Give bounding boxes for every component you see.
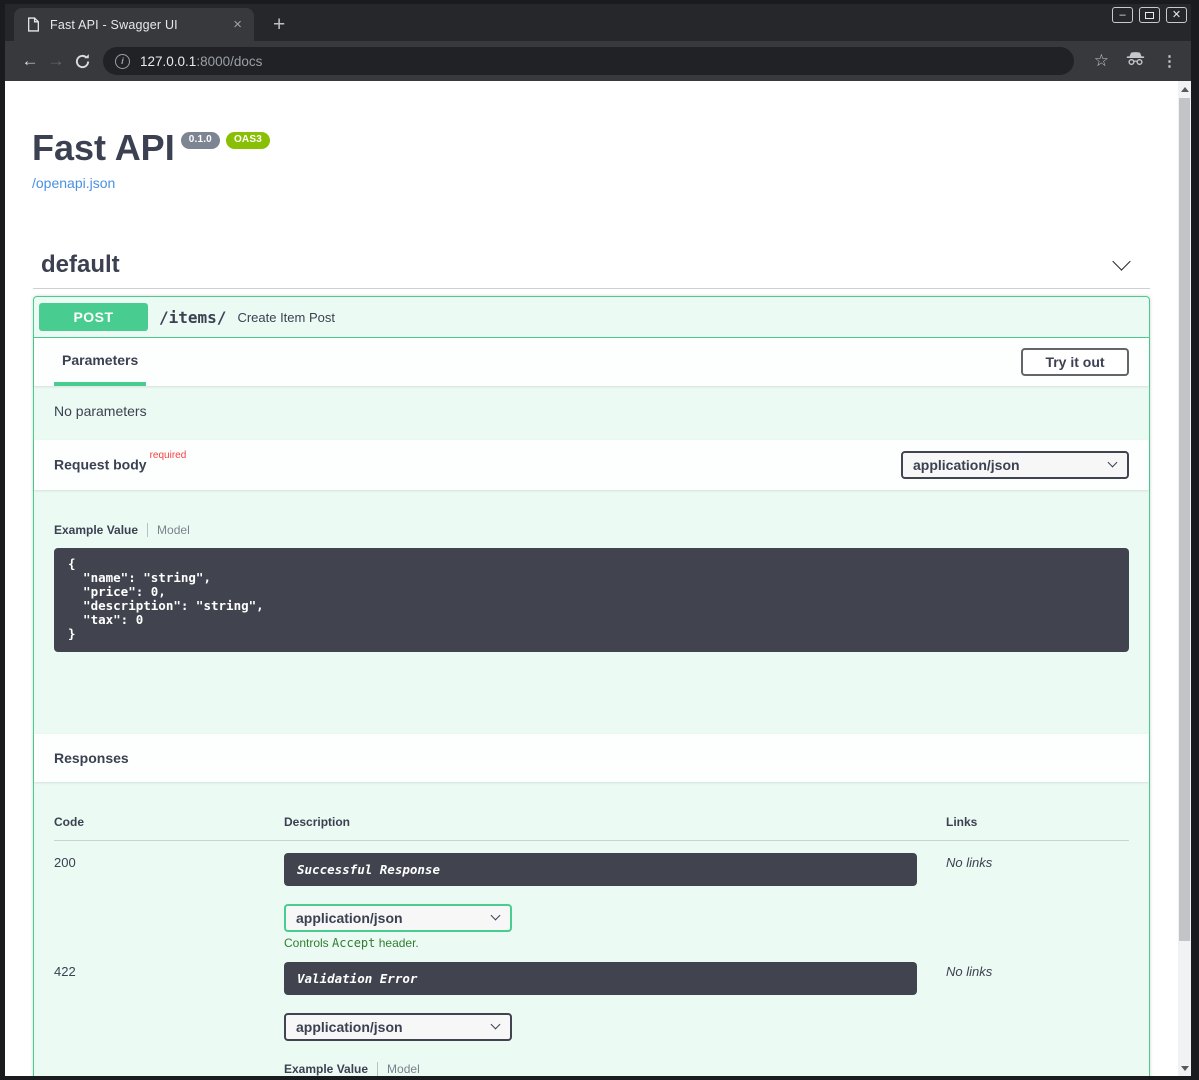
tab-parameters[interactable]: Parameters [54, 338, 146, 386]
response-422-media-type-select[interactable]: application/json [284, 1013, 512, 1041]
bookmark-star-icon[interactable]: ☆ [1094, 51, 1109, 71]
endpoint-path: /items/ [159, 308, 226, 327]
response-code: 422 [54, 962, 284, 979]
tab-model[interactable]: Model [387, 1062, 420, 1076]
scroll-up-icon[interactable] [1181, 87, 1189, 92]
post-method-badge: POST [39, 303, 148, 331]
openapi-spec-link[interactable]: /openapi.json [32, 175, 115, 191]
tag-section-default[interactable]: default [33, 242, 1150, 289]
response-200-media-type-select[interactable]: application/json [284, 904, 512, 932]
scrollbar-thumb[interactable] [1179, 98, 1190, 941]
window-controls: – ✕ [1112, 7, 1187, 23]
back-icon[interactable]: ← [17, 51, 43, 71]
col-code: Code [54, 815, 284, 829]
response-description-cell: Successful Response application/json Con… [284, 853, 946, 950]
model-example-tabs: Example Value Model [54, 523, 1129, 537]
scroll-down-icon[interactable] [1181, 1066, 1189, 1071]
opblock-post-items: POST /items/ Create Item Post Parameters… [33, 296, 1150, 1076]
request-media-type: application/json [901, 451, 1129, 479]
address-bar[interactable]: i 127.0.0.1:8000/docs [103, 47, 1074, 75]
endpoint-summary: Create Item Post [237, 310, 335, 325]
responses-table: Code Description Links 200 Successful Re… [34, 782, 1149, 1076]
tab-divider [147, 523, 148, 537]
request-media-type-select[interactable]: application/json [901, 451, 1129, 479]
response-row-422: 422 Validation Error application/json Ex… [54, 950, 1129, 1076]
version-badge: 0.1.0 [181, 132, 220, 149]
no-parameters-text: No parameters [34, 386, 1149, 440]
tab-close-icon[interactable]: × [230, 17, 245, 32]
col-links: Links [946, 815, 1129, 829]
browser-toolbar: ← → i 127.0.0.1:8000/docs ☆ ⋮ [5, 41, 1191, 81]
browser-tab[interactable]: Fast API - Swagger UI × [14, 8, 254, 41]
response-200-media-type: application/json [284, 904, 512, 932]
tab-strip: Fast API - Swagger UI × + – ✕ [5, 4, 1191, 41]
tab-model[interactable]: Model [157, 523, 190, 537]
reload-icon[interactable] [69, 53, 95, 70]
minimize-icon: – [1119, 10, 1125, 20]
try-it-out-button[interactable]: Try it out [1021, 348, 1129, 376]
response-row-200: 200 Successful Response application/json… [54, 841, 1129, 950]
chevron-down-icon[interactable] [1112, 252, 1130, 270]
forward-icon: → [43, 51, 69, 71]
browser-menu-icon[interactable]: ⋮ [1162, 52, 1177, 70]
url-text: 127.0.0.1:8000/docs [140, 54, 262, 69]
accept-header-note: Controls Accept header. [284, 936, 946, 950]
oas3-badge: OAS3 [226, 132, 270, 149]
tab-example-value[interactable]: Example Value [54, 523, 138, 537]
request-body-label: Request bodyrequired [54, 455, 186, 474]
response-422-media-type: application/json [284, 1013, 512, 1041]
response-code: 200 [54, 853, 284, 870]
col-description: Description [284, 815, 946, 829]
response-description: Validation Error [284, 962, 917, 995]
maximize-icon [1145, 12, 1154, 19]
tag-title: default [41, 251, 120, 279]
parameters-header: Parameters Try it out [34, 338, 1149, 386]
window-maximize-button[interactable] [1139, 7, 1160, 23]
response-links: No links [946, 962, 1129, 979]
browser-window: Fast API - Swagger UI × + – ✕ ← → i [0, 0, 1199, 1080]
request-body-header: Request bodyrequired application/json [34, 440, 1149, 490]
api-info: Fast API0.1.0OAS3 /openapi.json [5, 81, 1178, 193]
response-description: Successful Response [284, 853, 917, 886]
incognito-icon [1125, 51, 1146, 71]
response-links: No links [946, 853, 1129, 870]
tab-title: Fast API - Swagger UI [50, 18, 220, 32]
site-info-icon[interactable]: i [115, 54, 130, 69]
required-badge: required [150, 450, 187, 461]
page-scrollbar[interactable] [1178, 81, 1191, 1076]
window-close-button[interactable]: ✕ [1166, 7, 1187, 23]
new-tab-button[interactable]: + [267, 8, 291, 41]
request-body-content: Example Value Model { "name": "string", … [34, 490, 1149, 734]
responses-header: Responses [34, 734, 1149, 782]
close-icon: ✕ [1172, 10, 1181, 20]
window-minimize-button[interactable]: – [1112, 7, 1133, 23]
responses-table-header: Code Description Links [54, 802, 1129, 841]
opblock-summary[interactable]: POST /items/ Create Item Post [34, 297, 1149, 338]
swagger-page: Fast API0.1.0OAS3 /openapi.json default … [5, 81, 1178, 1076]
response-description-cell: Validation Error application/json Exampl… [284, 962, 946, 1076]
request-example-code[interactable]: { "name": "string", "price": 0, "descrip… [54, 548, 1129, 652]
page-title: Fast API0.1.0OAS3 [32, 130, 1178, 166]
tab-divider [377, 1062, 378, 1076]
model-example-tabs: Example Value Model [284, 1062, 946, 1076]
tab-example-value[interactable]: Example Value [284, 1062, 368, 1076]
document-favicon-icon [27, 17, 40, 32]
